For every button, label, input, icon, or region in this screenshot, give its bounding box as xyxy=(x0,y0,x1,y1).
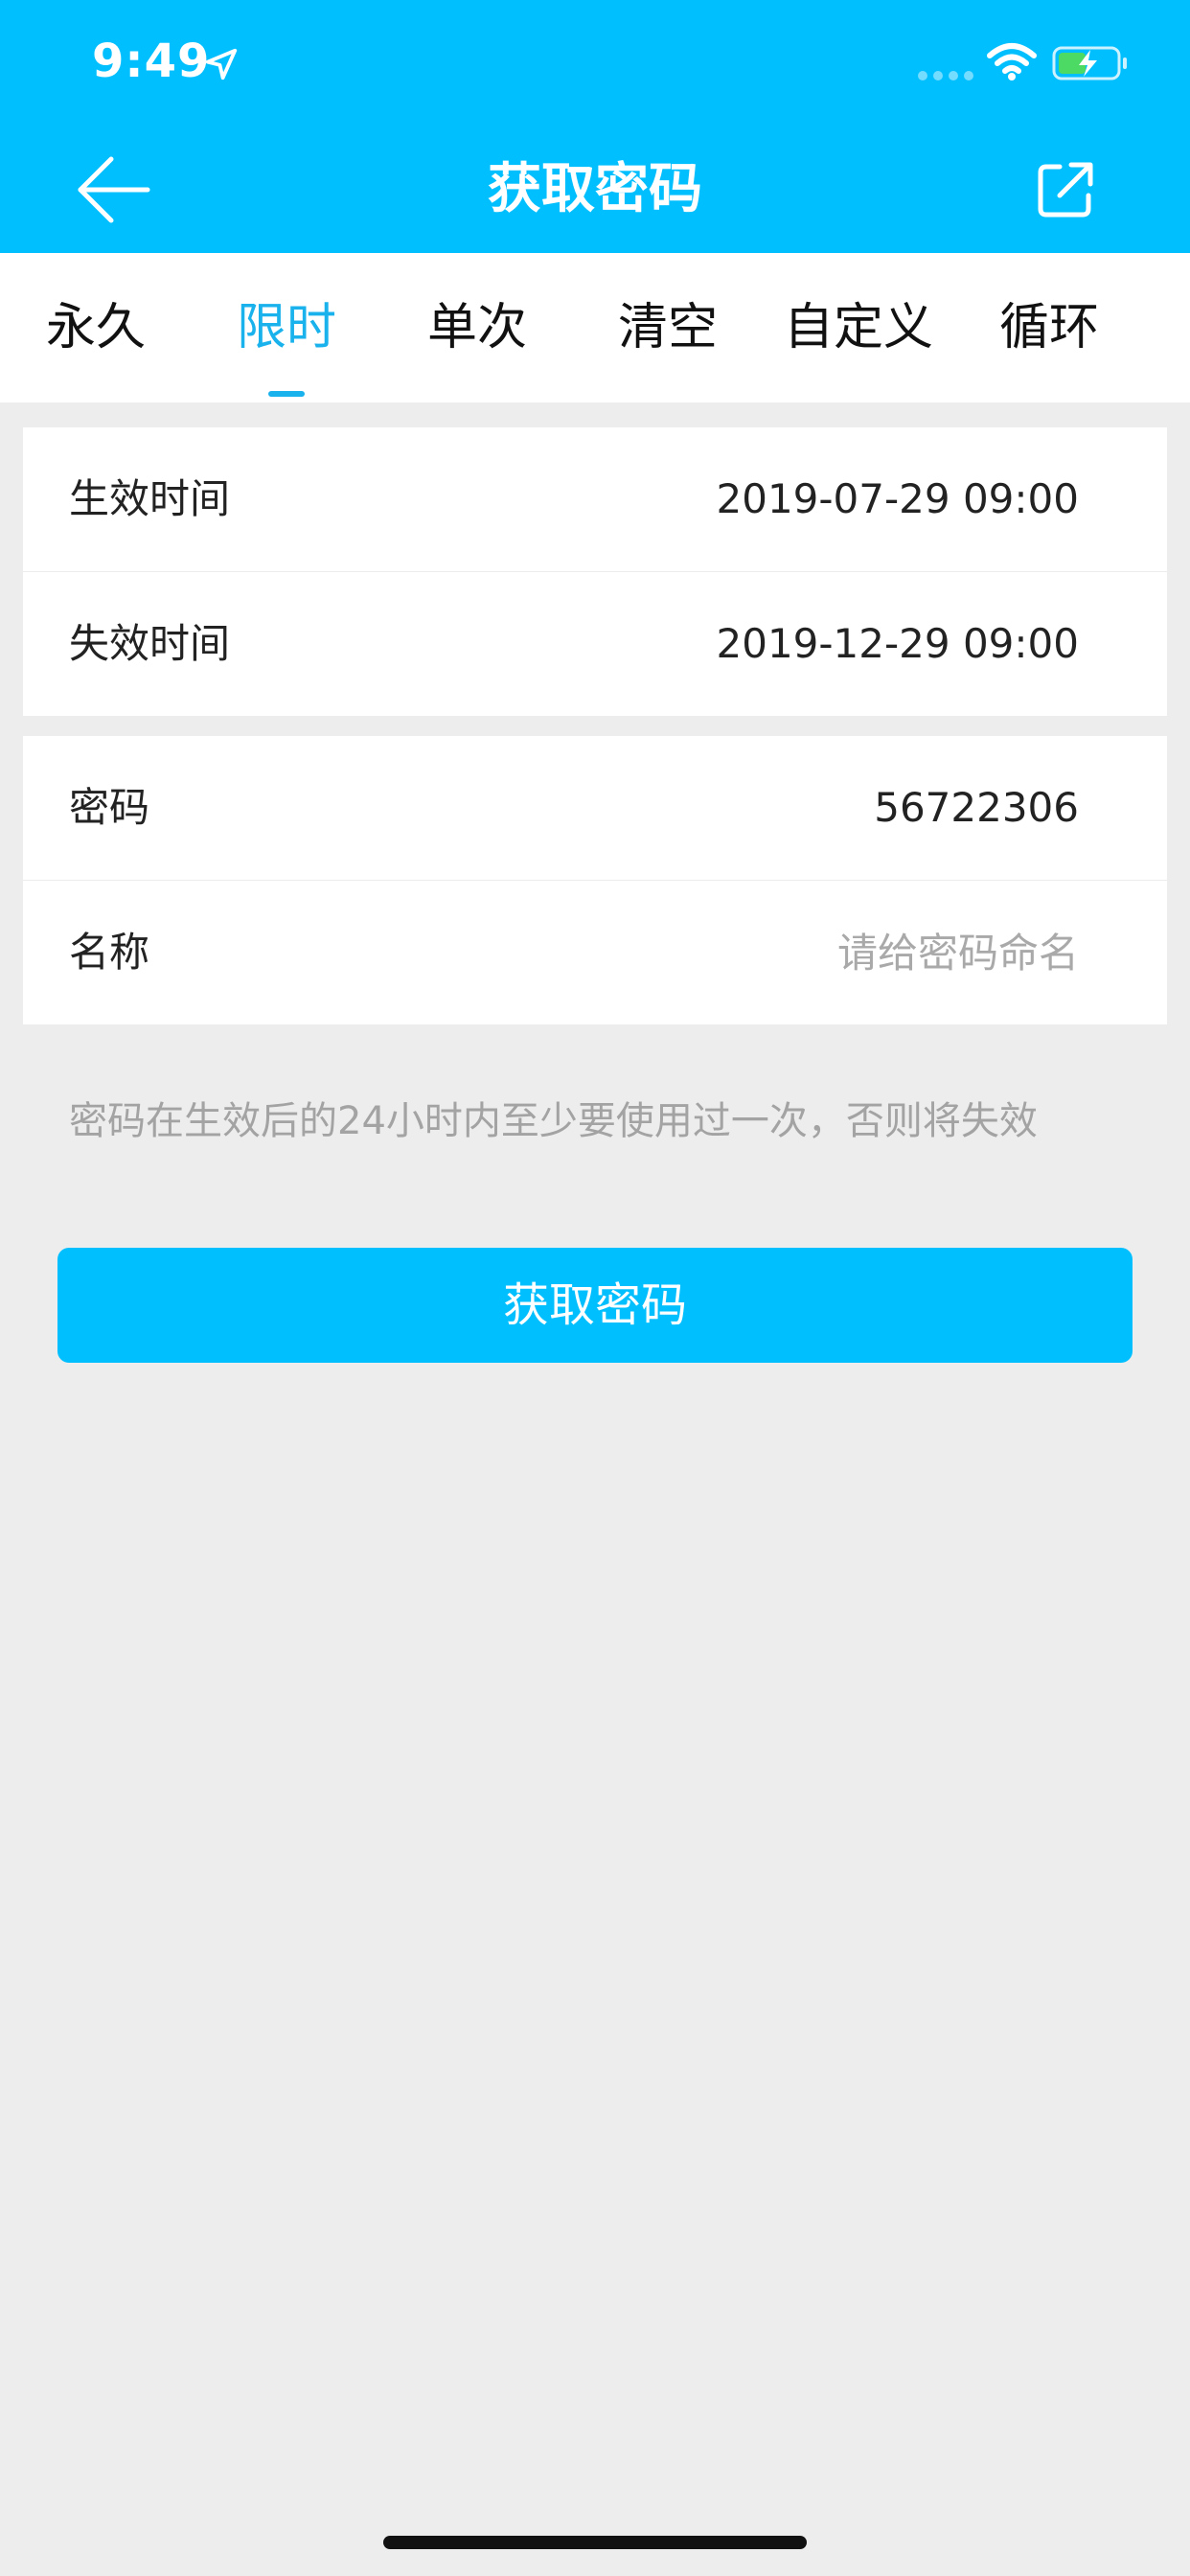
tab-custom[interactable]: 自定义 xyxy=(763,253,954,402)
start-time-label: 生效时间 xyxy=(69,475,231,522)
active-tab-indicator xyxy=(268,391,305,397)
name-label: 名称 xyxy=(69,929,150,976)
signal-icon xyxy=(918,71,973,80)
status-bar: 9:49 xyxy=(0,0,1190,126)
wifi-icon xyxy=(987,43,1037,80)
tab-bar: 永久 限时 单次 清空 自定义 循环 xyxy=(0,253,1190,402)
tab-permanent[interactable]: 永久 xyxy=(0,253,192,402)
tab-clear[interactable]: 清空 xyxy=(572,253,764,402)
password-card: 密码 56722306 名称 xyxy=(23,736,1167,1024)
page-title: 获取密码 xyxy=(488,158,702,220)
start-time-value[interactable]: 2019-07-29 09:00 xyxy=(717,427,1079,571)
tab-timed[interactable]: 限时 xyxy=(191,253,382,402)
name-input[interactable] xyxy=(408,924,1079,981)
share-external-icon xyxy=(1038,162,1093,218)
status-time: 9:49 xyxy=(92,34,211,88)
home-indicator xyxy=(383,2536,807,2549)
tab-cycle[interactable]: 循环 xyxy=(953,253,1145,402)
end-time-label: 失效时间 xyxy=(69,620,231,667)
location-arrow-icon xyxy=(205,48,238,80)
end-time-value[interactable]: 2019-12-29 09:00 xyxy=(717,572,1079,716)
header: 9:49 获取密码 xyxy=(0,0,1190,253)
nav-bar: 获取密码 xyxy=(0,126,1190,253)
share-button[interactable] xyxy=(1027,151,1104,228)
end-time-row[interactable]: 失效时间 2019-12-29 09:00 xyxy=(23,571,1167,716)
get-password-button[interactable]: 获取密码 xyxy=(57,1248,1133,1363)
start-time-row[interactable]: 生效时间 2019-07-29 09:00 xyxy=(23,427,1167,571)
password-label: 密码 xyxy=(69,784,150,831)
validity-card: 生效时间 2019-07-29 09:00 失效时间 2019-12-29 09… xyxy=(23,427,1167,716)
tab-once[interactable]: 单次 xyxy=(381,253,573,402)
battery-charging-icon xyxy=(1052,46,1127,80)
password-row: 密码 56722306 xyxy=(23,736,1167,880)
password-value: 56722306 xyxy=(874,784,1079,831)
name-row: 名称 xyxy=(23,880,1167,1024)
validity-hint: 密码在生效后的24小时内至少要使用过一次，否则将失效 xyxy=(69,1099,1038,1143)
